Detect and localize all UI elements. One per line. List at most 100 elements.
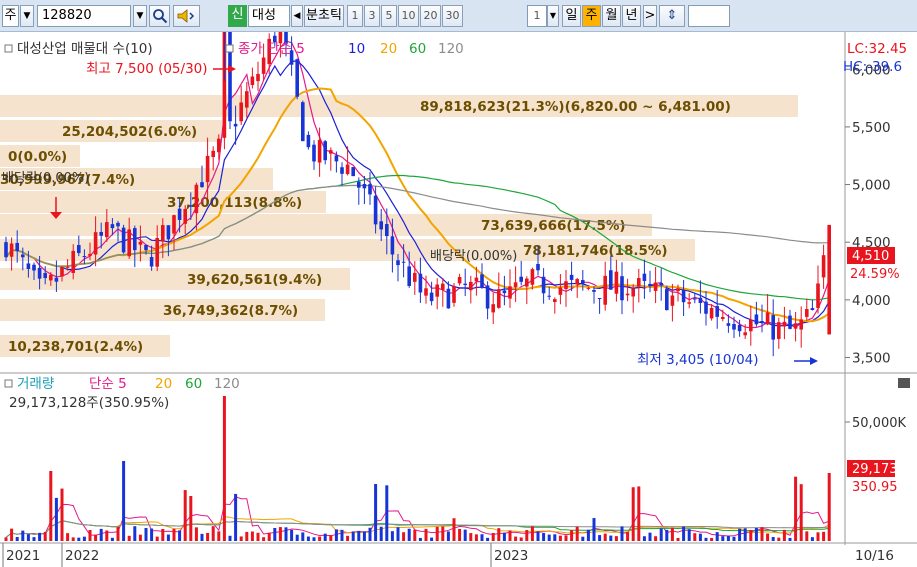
volume-bar (738, 528, 742, 541)
count-dropdown-button[interactable]: ▼ (547, 5, 559, 27)
candle-body (446, 288, 451, 309)
candle-body (625, 293, 630, 296)
volume-bar (10, 528, 14, 541)
unit-selector[interactable]: 분초틱 (304, 5, 344, 27)
volume-profile-label: 36,749,362(8.7%) (163, 303, 298, 319)
volume-bar (49, 471, 53, 541)
candle-body (569, 274, 574, 280)
candle-body (665, 289, 669, 311)
ma10-legend: 10 (348, 41, 365, 57)
candle-body (497, 289, 501, 308)
extra-input[interactable] (688, 5, 730, 27)
interval-label: 3 (368, 9, 376, 22)
period-week-tab[interactable]: 주 (582, 5, 601, 27)
interval-10-button[interactable]: 10 (398, 5, 419, 27)
volume-bar (66, 533, 70, 541)
candle-body (351, 167, 355, 177)
volume-bar (446, 531, 450, 541)
volume-bar (105, 530, 109, 541)
volume-bar (390, 531, 394, 541)
volume-bar (458, 528, 462, 541)
volume-summary: 29,173,128주(350.95%) (9, 395, 169, 411)
candle-body (575, 279, 579, 285)
chart-toolbar: 주 ▼ 128820 ▼ 신 대성 ◀ 분초틱 1 3 5 10 20 30 1… (0, 0, 917, 32)
volume-bar (402, 532, 406, 541)
candle-body (687, 302, 691, 304)
volume-bar (306, 536, 310, 541)
volume-bar (396, 527, 400, 541)
volume-bar (312, 537, 316, 541)
interval-5-button[interactable]: 5 (381, 5, 397, 27)
interval-20-button[interactable]: 20 (420, 5, 441, 27)
period-month-tab[interactable]: 월 (602, 5, 621, 27)
volume-profile-label: 25,204,502(6.0%) (62, 124, 197, 140)
sound-button[interactable] (173, 5, 200, 27)
candle-body (777, 322, 781, 339)
candle-body (200, 182, 204, 188)
chevron-down-icon: ▼ (136, 11, 144, 21)
next-button[interactable]: > (643, 5, 657, 27)
volume-bar (418, 537, 422, 541)
volume-bar (278, 527, 282, 541)
candle-body (65, 266, 70, 268)
panel-menu-icon[interactable] (4, 44, 13, 53)
volume-bar (43, 531, 47, 541)
count-field[interactable]: 1 (527, 5, 547, 27)
credit-label: 신 (231, 7, 244, 22)
candle-body (256, 73, 260, 82)
market-field[interactable]: 주 (2, 5, 19, 27)
volume-bar (794, 476, 798, 541)
candle-body (138, 241, 143, 245)
candle-body (581, 280, 585, 284)
candle-body (88, 253, 92, 256)
interval-3-button[interactable]: 3 (364, 5, 380, 27)
candle-body (457, 276, 462, 284)
volume-bar (211, 526, 215, 541)
candle-body (637, 278, 641, 287)
candle-body (715, 306, 719, 317)
lc-readout: LC:32.45 (847, 41, 907, 57)
volume-bar (598, 535, 602, 541)
volume-bar (357, 530, 361, 541)
market-dropdown-button[interactable]: ▼ (20, 5, 34, 27)
interval-1-button[interactable]: 1 (347, 5, 363, 27)
prev-unit-button[interactable]: ◀ (291, 5, 303, 27)
candle-body (105, 222, 109, 238)
volume-menu-icon[interactable] (4, 379, 13, 388)
candle-body (564, 281, 568, 290)
search-button[interactable] (149, 5, 170, 27)
stock-code-input[interactable]: 128820 (37, 5, 131, 27)
volume-bar (194, 527, 198, 541)
scroll-toggle-button[interactable]: ⇕ (659, 5, 685, 27)
volume-bar (172, 528, 176, 541)
dividend-label-1: 배당락(0.00%) (2, 171, 89, 186)
candle-body (698, 297, 703, 304)
volume-bar (15, 536, 19, 541)
volume-bar (144, 527, 148, 541)
volume-bar (687, 529, 691, 541)
volume-bar (743, 528, 747, 541)
volume-bar (407, 528, 411, 541)
period-day-tab[interactable]: 일 (562, 5, 581, 27)
volume-bar (273, 528, 277, 541)
volume-bar (99, 528, 103, 541)
candle-body (413, 272, 417, 282)
period-year-tab[interactable]: 년 (622, 5, 641, 27)
current-price-pct: 24.59% (850, 267, 900, 282)
volume-profile-label: 10,238,701(2.4%) (8, 339, 143, 355)
stock-chart[interactable]: 89,818,623(21.3%)(6,820.00 ~ 6,481.00) 25… (0, 32, 917, 567)
volume-bar (749, 529, 753, 541)
volume-bar (637, 486, 641, 541)
interval-30-button[interactable]: 30 (442, 5, 463, 27)
price-tick-label: 5,500 (852, 120, 891, 136)
volume-bar (138, 534, 142, 541)
maximize-icon[interactable] (898, 378, 910, 388)
candle-body (177, 208, 182, 220)
code-dropdown-button[interactable]: ▼ (133, 5, 147, 27)
credit-badge[interactable]: 신 (228, 5, 247, 27)
volume-bar (480, 534, 484, 541)
candle-body (239, 102, 243, 122)
candle-body (15, 242, 19, 251)
price-tick-label: 3,500 (852, 351, 891, 367)
x-label-2021: 2021 (6, 548, 40, 564)
